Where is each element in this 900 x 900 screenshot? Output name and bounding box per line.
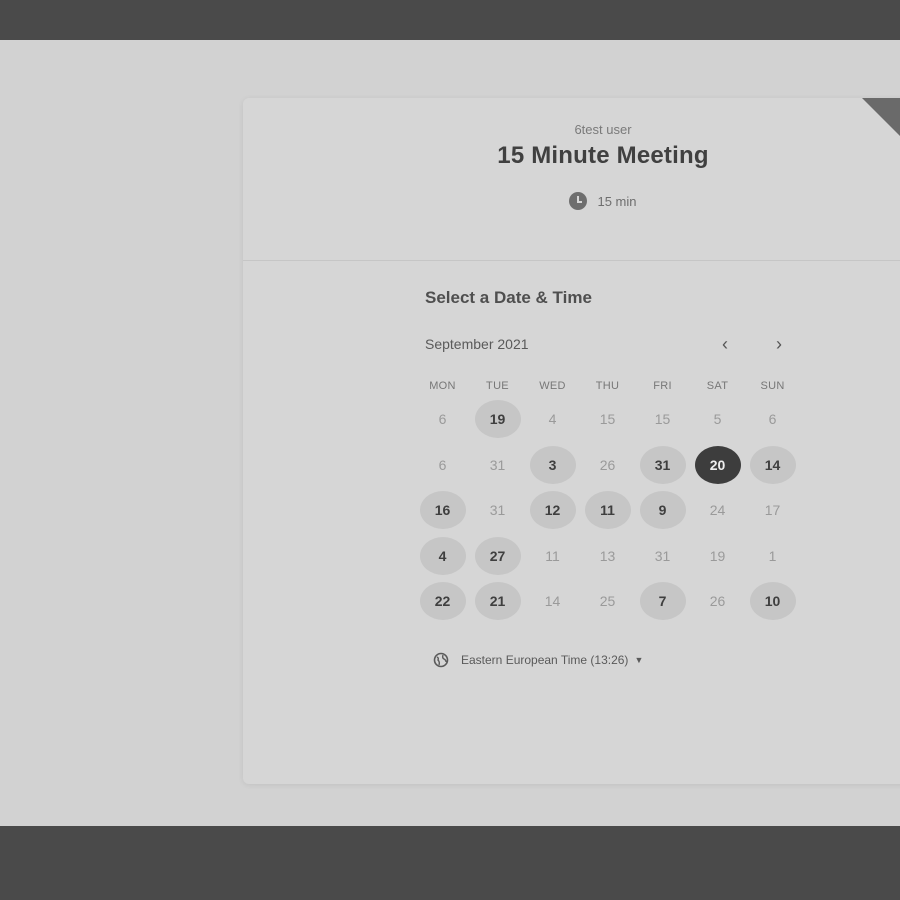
calendar-cell: 1 (745, 533, 800, 579)
calendar-day-available[interactable]: 12 (529, 491, 576, 529)
calendar-cell: 4 (415, 533, 470, 579)
calendar-cell: 5 (690, 396, 745, 442)
calendar-day-unavailable: 6 (768, 411, 777, 427)
calendar-cell: 10 (745, 578, 800, 624)
chevron-left-icon[interactable]: ‹ (713, 332, 737, 356)
calendar-day-unavailable: 6 (438, 456, 447, 473)
weekday-label: TUE (486, 380, 509, 392)
calendar-cell: 20 (690, 442, 745, 488)
calendar-day-available[interactable]: 16 (419, 491, 466, 529)
weekday-label: SAT (706, 380, 729, 392)
chevron-right-icon[interactable]: › (767, 332, 791, 356)
calendar-day-available[interactable]: 4 (419, 536, 466, 575)
calendar-day-available[interactable]: 9 (639, 491, 686, 529)
weekday-label: THU (595, 380, 620, 392)
section-title: Select a Date & Time (425, 288, 592, 307)
divider (243, 260, 900, 261)
weekday-header: MON TUE WED THU FRI SAT SUN (415, 380, 800, 392)
calendar-day-unavailable: 31 (489, 456, 506, 473)
caret-down-icon: ▼ (634, 655, 644, 665)
calendar-day-unavailable: 25 (599, 593, 616, 609)
weekday-label: FRI (653, 380, 672, 392)
calendar-day-unavailable: 5 (713, 411, 722, 427)
scheduling-card: 6test user 15 Minute Meeting 15 min Sele… (243, 98, 900, 784)
calendar-day-unavailable: 4 (548, 411, 557, 427)
calendar-cell: 6 (745, 396, 800, 442)
top-bar (0, 0, 900, 40)
calendar-cell: 31 (635, 533, 690, 579)
calendar-cell: 7 (635, 578, 690, 624)
calendar-cell: 26 (580, 442, 635, 488)
calendar-day-available[interactable]: 31 (639, 445, 686, 484)
calendar-cell: 31 (635, 442, 690, 488)
owner-name: 6test user (574, 122, 632, 137)
calendar-day-available[interactable]: 22 (419, 582, 466, 620)
globe-icon (433, 652, 449, 668)
calendar-day-available[interactable]: 10 (749, 582, 796, 620)
calendar-day-unavailable: 15 (599, 411, 616, 427)
calendar-cell: 26 (690, 578, 745, 624)
calendar-day-unavailable: 15 (654, 411, 671, 427)
calendar-day-available[interactable]: 14 (749, 445, 796, 484)
calendar-cell: 19 (690, 533, 745, 579)
calendar-day-unavailable: 24 (709, 502, 726, 518)
calendar-day-unavailable: 19 (709, 547, 726, 564)
calendar-day-unavailable: 17 (764, 502, 781, 518)
calendar-cell: 31 (470, 442, 525, 488)
calendar-day-available[interactable]: 7 (639, 582, 686, 620)
calendar-cell: 14 (745, 442, 800, 488)
calendar-cell: 16 (415, 487, 470, 533)
calendar-day-available[interactable]: 27 (474, 536, 521, 575)
calendar-cell: 25 (580, 578, 635, 624)
event-title: 15 Minute Meeting (497, 142, 709, 169)
calendar-cell: 27 (470, 533, 525, 579)
calendar-day-unavailable: 6 (438, 411, 447, 427)
calendar-day-unavailable: 31 (654, 547, 671, 564)
calendar-cell: 31 (470, 487, 525, 533)
calendar-cell: 12 (525, 487, 580, 533)
calendar-day-available[interactable]: 11 (584, 491, 631, 529)
calendar-day-available[interactable]: 21 (474, 582, 521, 620)
weekday-label: SUN (760, 380, 785, 392)
calendar-cell: 9 (635, 487, 690, 533)
calendar-cell: 19 (470, 396, 525, 442)
calendar-grid: 6 19 4 15 15 5 6 6 31 3 26 31 20 14 16 31 12 11 9 24 17 4 27 11… (415, 396, 800, 624)
weekday-label: WED (539, 380, 566, 392)
calendar-cell: 14 (525, 578, 580, 624)
calendar-cell: 4 (525, 396, 580, 442)
calendar-cell: 11 (525, 533, 580, 579)
calendar-cell: 15 (580, 396, 635, 442)
calendar-day-selected[interactable]: 20 (694, 445, 741, 484)
calendar-day-unavailable: 26 (709, 593, 726, 609)
calendar-day-available[interactable]: 3 (529, 445, 576, 484)
month-navigation: September 2021 ‹ › (425, 334, 795, 356)
bottom-bar (0, 826, 900, 900)
calendar-day-unavailable: 31 (489, 502, 506, 518)
calendar-cell: 3 (525, 442, 580, 488)
clock-icon (569, 192, 588, 210)
duration-label: 15 min (597, 193, 637, 209)
timezone-label: Eastern European Time (13:26) (461, 653, 629, 667)
weekday-label: MON (429, 380, 456, 392)
event-header: 6test user 15 Minute Meeting 15 min (243, 98, 900, 260)
calendar-cell: 11 (580, 487, 635, 533)
calendar-day-unavailable: 26 (599, 456, 616, 473)
calendar-cell: 6 (415, 396, 470, 442)
calendar-cell: 21 (470, 578, 525, 624)
calendar-cell: 15 (635, 396, 690, 442)
calendar-cell: 24 (690, 487, 745, 533)
duration-row: 15 min (243, 192, 900, 210)
calendar-day-unavailable: 13 (599, 547, 616, 564)
month-label: September 2021 (425, 336, 529, 352)
calendar-day-available[interactable]: 19 (474, 400, 521, 438)
calendar-day-unavailable: 1 (768, 547, 777, 564)
timezone-selector[interactable]: Eastern European Time (13:26) ▼ (433, 652, 643, 668)
calendar-cell: 17 (745, 487, 800, 533)
calendar-cell: 6 (415, 442, 470, 488)
calendar-day-unavailable: 14 (544, 593, 561, 609)
calendar-cell: 13 (580, 533, 635, 579)
calendar-cell: 22 (415, 578, 470, 624)
calendar-day-unavailable: 11 (545, 547, 560, 564)
